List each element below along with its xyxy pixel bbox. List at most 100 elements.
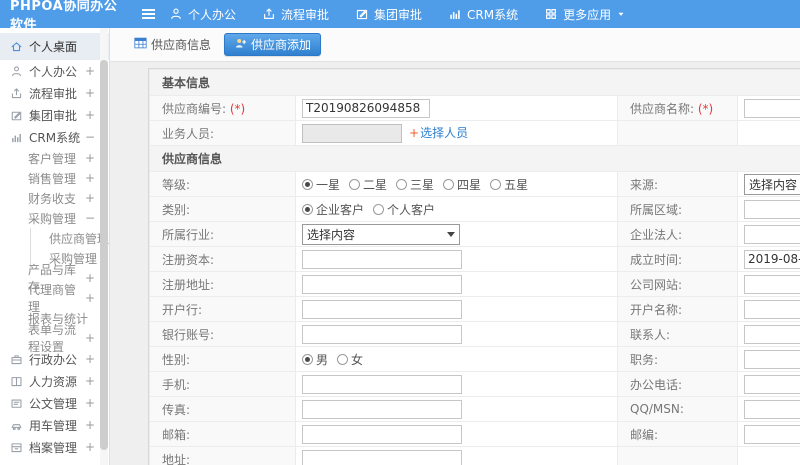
sidebar-item[interactable]: 销售管理 + xyxy=(0,168,109,188)
radio-icon[interactable] xyxy=(373,203,385,215)
expand-toggle-icon[interactable]: + xyxy=(85,108,95,122)
sidebar-item[interactable]: 表单与流程设置 + xyxy=(0,323,109,354)
tab-supplier-info[interactable]: 供应商信息 xyxy=(134,36,211,53)
topnav-item[interactable]: CRM系统 xyxy=(448,6,518,23)
sidebar-item[interactable]: 采购管理 − xyxy=(0,208,109,228)
expand-toggle-icon[interactable]: + xyxy=(85,331,95,345)
radio-option[interactable]: 男 xyxy=(302,351,328,368)
expand-toggle-icon[interactable]: + xyxy=(85,64,95,78)
expand-toggle-icon[interactable]: + xyxy=(85,271,95,285)
radio-icon[interactable] xyxy=(349,178,361,190)
radio-icon[interactable] xyxy=(302,353,313,365)
text-input[interactable] xyxy=(744,98,800,118)
text-input[interactable] xyxy=(302,374,462,394)
radio-icon[interactable] xyxy=(337,353,349,365)
field-label: 银行账号: xyxy=(162,327,215,342)
field-label: 企业法人: xyxy=(630,227,683,242)
radio-icon[interactable] xyxy=(302,178,313,190)
sidebar-item[interactable]: 公文管理 + xyxy=(0,392,109,414)
radio-option[interactable]: 五星 xyxy=(490,176,528,193)
text-input[interactable] xyxy=(302,424,462,444)
archive-icon xyxy=(11,442,22,452)
field-label: 开户名称: xyxy=(630,302,683,317)
expand-toggle-icon[interactable]: − xyxy=(85,211,95,225)
radio-label: 一星 xyxy=(316,177,341,192)
text-input[interactable] xyxy=(744,274,800,294)
sidebar-item[interactable]: 供应商管理 xyxy=(31,228,109,248)
sidebar-item[interactable]: CRM系统 − xyxy=(0,126,109,148)
text-input[interactable] xyxy=(744,224,800,244)
topnav-item[interactable]: 流程审批 xyxy=(262,6,329,23)
topnav-item[interactable]: 更多应用 xyxy=(544,6,626,23)
sidebar-item[interactable]: 档案管理 + xyxy=(0,436,109,458)
text-input[interactable] xyxy=(302,274,462,294)
text-input[interactable] xyxy=(744,424,800,444)
radio-option[interactable]: 二星 xyxy=(349,176,387,193)
radio-icon[interactable] xyxy=(396,178,408,190)
select-input[interactable]: 选择内容 xyxy=(744,173,800,195)
field-label: 成立时间: xyxy=(630,252,683,267)
text-input[interactable] xyxy=(302,98,430,118)
expand-toggle-icon[interactable]: + xyxy=(85,151,95,165)
radio-label: 四星 xyxy=(457,177,482,192)
expand-toggle-icon[interactable]: + xyxy=(85,291,95,305)
text-input[interactable] xyxy=(744,374,800,394)
text-input[interactable] xyxy=(302,449,462,465)
radio-icon[interactable] xyxy=(302,203,313,215)
sidebar-item[interactable]: 客户管理 + xyxy=(0,148,109,168)
text-input[interactable] xyxy=(744,199,800,219)
expand-toggle-icon[interactable]: + xyxy=(85,418,95,432)
chart-icon xyxy=(450,10,460,20)
field-label: 等级: xyxy=(162,177,191,192)
sidebar-item[interactable]: 用车管理 + xyxy=(0,414,109,436)
text-input[interactable] xyxy=(744,324,800,344)
select-input[interactable]: 选择内容 xyxy=(302,223,460,245)
text-input[interactable] xyxy=(744,399,800,419)
radio-option[interactable]: 企业客户 xyxy=(302,201,364,218)
tab-supplier-add[interactable]: 供应商添加 xyxy=(224,33,322,56)
text-input[interactable] xyxy=(302,299,462,319)
radio-option[interactable]: 个人客户 xyxy=(373,201,435,218)
radio-icon[interactable] xyxy=(443,178,455,190)
text-input[interactable] xyxy=(744,249,800,269)
supplier-form: 基本信息供应商编号: (*)供应商名称: (*)业务人员:+选择人员供应商信息等… xyxy=(148,68,800,465)
radio-group: 企业客户 个人客户 xyxy=(302,201,435,218)
sidebar-item[interactable]: 财务收支 + xyxy=(0,188,109,208)
text-input[interactable] xyxy=(302,399,462,419)
radio-group: 男女 xyxy=(302,351,363,368)
user-icon xyxy=(12,65,21,76)
radio-option[interactable]: 一星 xyxy=(302,176,340,193)
text-input[interactable] xyxy=(302,123,402,143)
form-row: 邮箱: 邮编: xyxy=(149,421,800,447)
topnav-item[interactable]: 集团审批 xyxy=(355,6,422,23)
radio-option[interactable]: 四星 xyxy=(443,176,481,193)
document-icon xyxy=(11,399,22,408)
text-input[interactable] xyxy=(302,324,462,344)
form-row: 注册地址: 公司网站: xyxy=(149,271,800,297)
expand-toggle-icon[interactable]: + xyxy=(85,440,95,454)
sidebar-item[interactable]: 代理商管理 + xyxy=(0,283,109,314)
topnav-item[interactable]: 个人办公 xyxy=(169,6,236,23)
radio-option[interactable]: 三星 xyxy=(396,176,434,193)
expand-toggle-icon[interactable]: + xyxy=(85,374,95,388)
expand-toggle-icon[interactable]: + xyxy=(85,352,95,366)
text-input[interactable] xyxy=(744,349,800,369)
sidebar-item[interactable]: 流程审批 + xyxy=(0,82,109,104)
menu-toggle-icon[interactable] xyxy=(142,9,155,19)
expand-toggle-icon[interactable]: + xyxy=(85,191,95,205)
sidebar-item[interactable]: 集团审批 + xyxy=(0,104,109,126)
choose-person-link[interactable]: 选择人员 xyxy=(420,126,468,140)
expand-toggle-icon[interactable]: + xyxy=(85,171,95,185)
expand-toggle-icon[interactable]: + xyxy=(85,86,95,100)
sidebar-item[interactable]: 人力资源 + xyxy=(0,370,109,392)
expand-toggle-icon[interactable]: − xyxy=(85,130,95,144)
sidebar-item[interactable]: 个人桌面 xyxy=(0,33,109,60)
text-input[interactable] xyxy=(302,249,462,269)
radio-icon[interactable] xyxy=(490,178,502,190)
text-input[interactable] xyxy=(744,299,800,319)
expand-toggle-icon[interactable]: + xyxy=(85,396,95,410)
sidebar-scrollbar-thumb[interactable] xyxy=(100,60,108,450)
sidebar-item[interactable]: 个人办公 + xyxy=(0,60,109,82)
radio-option[interactable]: 女 xyxy=(337,351,363,368)
sidebar-item[interactable]: 行政办公 + xyxy=(0,348,109,370)
